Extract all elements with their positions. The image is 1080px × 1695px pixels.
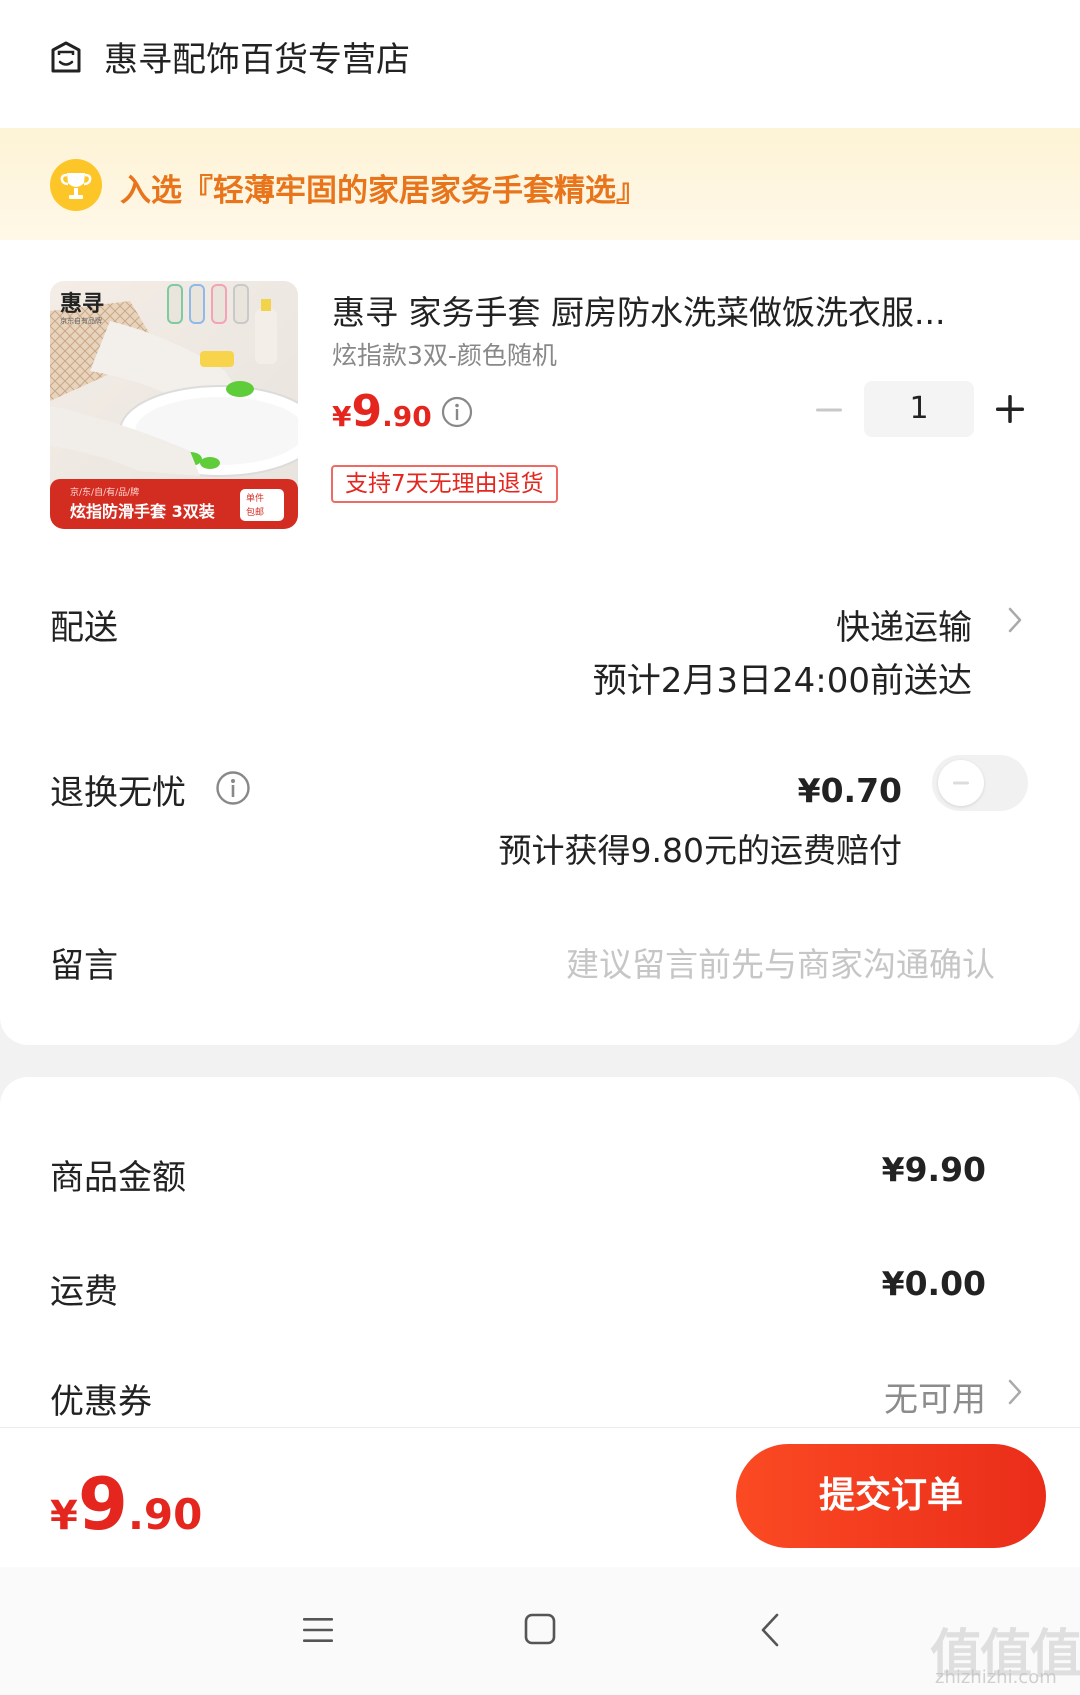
return-insurance-price: ¥0.70 (797, 771, 902, 810)
shipping-fee-value: ¥0.00 (881, 1264, 986, 1303)
message-label: 留言 (50, 946, 118, 986)
chevron-right-icon[interactable] (1006, 605, 1024, 635)
quantity-minus-button[interactable] (814, 395, 844, 425)
toggle-knob[interactable] (938, 760, 984, 806)
product-title[interactable]: 惠寻 家务手套 厨房防水洗菜做饭洗衣服... (332, 286, 1012, 334)
quantity-plus-button[interactable] (994, 393, 1026, 425)
trophy-icon (50, 159, 102, 211)
svg-text:炫指防滑手套 3双装: 炫指防滑手套 3双装 (70, 502, 215, 521)
svg-text:京/东/自/有/品/牌: 京/东/自/有/品/牌 (70, 486, 139, 498)
product-price: ¥9.90 (332, 386, 432, 437)
back-icon[interactable] (760, 1612, 780, 1648)
total-decimal: .90 (127, 1490, 203, 1539)
home-icon[interactable] (523, 1612, 557, 1646)
ranking-text: 入选『轻薄牢固的家居家务手套精选』 (120, 173, 647, 209)
product-spec[interactable]: 炫指款3双-颜色随机 (332, 336, 557, 372)
shipping-method[interactable]: 快递运输 (820, 600, 972, 649)
return-policy-badge: 支持7天无理由退货 (331, 465, 558, 503)
price-decimal: .90 (382, 400, 432, 433)
submit-order-button[interactable]: 提交订单 (736, 1444, 1046, 1548)
total-price: ¥9.90 (50, 1462, 202, 1546)
shipping-eta: 预计2月3日24:00前送达 (592, 661, 972, 701)
watermark-url: zhizhizhi.com (935, 1667, 1057, 1688)
store-name[interactable]: 惠寻配饰百货专营店 (104, 32, 410, 81)
svg-text:惠寻: 惠寻 (60, 292, 104, 317)
quantity-input[interactable]: 1 (864, 381, 974, 437)
coupon-value[interactable]: 无可用 (800, 1372, 986, 1421)
message-input[interactable]: 建议留言前先与商家沟通确认 (420, 938, 995, 986)
menu-icon[interactable] (302, 1615, 334, 1645)
price-integer: 9 (351, 386, 383, 437)
store-icon (51, 41, 81, 73)
chevron-right-icon[interactable] (1006, 1377, 1024, 1407)
coupon-label: 优惠券 (50, 1382, 152, 1422)
svg-text:包邮: 包邮 (246, 506, 264, 518)
info-icon[interactable] (441, 396, 473, 428)
total-integer: 9 (77, 1462, 128, 1546)
shipping-label: 配送 (50, 608, 118, 648)
goods-amount-label: 商品金额 (50, 1158, 186, 1198)
svg-text:单件: 单件 (246, 492, 264, 504)
shipping-fee-label: 运费 (50, 1272, 118, 1312)
return-insurance-description: 预计获得9.80元的运费赔付 (498, 831, 902, 870)
total-symbol: ¥ (50, 1493, 78, 1539)
svg-text:京东自有品牌: 京东自有品牌 (60, 316, 102, 325)
return-insurance-label: 退换无忧 (50, 773, 186, 813)
product-image[interactable]: 惠寻 京东自有品牌 京/东/自/有/品/牌 炫指防滑手套 3双装 单件 包邮 (50, 281, 298, 529)
price-symbol: ¥ (332, 400, 352, 433)
info-icon[interactable] (215, 770, 251, 806)
goods-amount-value: ¥9.90 (881, 1150, 986, 1189)
